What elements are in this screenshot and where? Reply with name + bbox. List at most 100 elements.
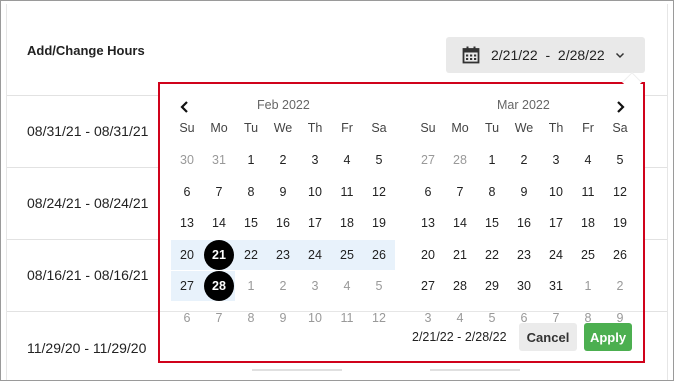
day-cell[interactable]: 18 [331,208,363,238]
day-cell[interactable]: 10 [299,303,331,333]
day-cell[interactable]: 29 [476,271,508,301]
day-cell[interactable]: 27 [412,271,444,301]
day-cell[interactable]: 28 [444,271,476,301]
day-cell[interactable]: 24 [299,239,331,270]
chevron-down-icon [615,52,624,59]
day-cell[interactable]: 15 [476,208,508,238]
day-cell[interactable]: 9 [508,177,540,207]
cancel-button[interactable]: Cancel [519,323,577,351]
day-cell[interactable]: 7 [203,303,235,333]
day-cell[interactable]: 7 [203,177,235,207]
day-cell[interactable]: 9 [267,303,299,333]
day-cell[interactable]: 24 [540,240,572,270]
day-cell[interactable]: 19 [604,208,636,238]
day-cell[interactable]: 13 [412,208,444,238]
day-cell[interactable]: 12 [363,177,395,207]
day-cell[interactable]: 25 [572,240,604,270]
weekday-header: Th [548,121,564,135]
day-cell[interactable]: 4 [572,145,604,175]
day-cell[interactable]: 5 [363,271,395,301]
day-cell[interactable]: 14 [444,208,476,238]
day-cell[interactable]: 1 [476,145,508,175]
day-cell[interactable]: 22 [476,240,508,270]
day-cell[interactable]: 4 [444,303,476,333]
weekday-header: Tu [243,121,259,135]
day-cell[interactable]: 11 [331,177,363,207]
footer-divider [160,311,643,312]
day-cell[interactable]: 30 [508,271,540,301]
day-cell[interactable]: 4 [331,145,363,175]
calendar-icon [462,46,480,64]
day-cell[interactable]: 3 [299,145,331,175]
day-cell[interactable]: 1 [235,145,267,175]
day-cell[interactable]: 5 [363,145,395,175]
page-title: Add/Change Hours [27,43,145,58]
day-cell[interactable]: 9 [267,177,299,207]
day-cell[interactable]: 22 [235,239,267,270]
day-cell[interactable]: 4 [331,271,363,301]
prev-month-icon[interactable] [178,100,192,114]
day-cell[interactable]: 5 [476,303,508,333]
day-cell[interactable]: 25 [331,239,363,270]
day-cell[interactable]: 20 [171,239,203,270]
day-cell[interactable]: 27 [171,271,203,301]
day-cell[interactable]: 21 [203,239,235,270]
day-cell[interactable]: 17 [540,208,572,238]
day-cell[interactable]: 11 [572,177,604,207]
day-cell[interactable]: 8 [235,303,267,333]
day-cell[interactable]: 21 [444,240,476,270]
day-cell[interactable]: 28 [444,145,476,175]
day-cell[interactable]: 2 [267,145,299,175]
date-range-button[interactable]: 2/21/22 - 2/28/22 [446,37,645,73]
day-cell[interactable]: 7 [444,177,476,207]
hours-row-date[interactable]: 08/24/21 - 08/24/21 [27,195,148,211]
day-cell[interactable]: 2 [604,271,636,301]
day-cell[interactable]: 3 [299,271,331,301]
day-cell[interactable]: 16 [508,208,540,238]
day-cell[interactable]: 19 [363,208,395,238]
day-cell[interactable]: 5 [604,145,636,175]
weekday-header: Fr [341,121,353,135]
next-month-icon[interactable] [613,100,627,114]
day-cell[interactable]: 12 [363,303,395,333]
day-cell[interactable]: 2 [267,271,299,301]
hours-row-date[interactable]: 11/29/20 - 11/29/20 [27,340,146,356]
day-cell[interactable]: 8 [235,177,267,207]
hours-row-date[interactable]: 08/31/21 - 08/31/21 [27,123,148,139]
day-cell[interactable]: 30 [171,145,203,175]
weekday-header: Su [420,121,436,135]
day-cell[interactable]: 2 [508,145,540,175]
apply-button[interactable]: Apply [584,323,632,351]
day-cell[interactable]: 6 [171,177,203,207]
day-cell[interactable]: 27 [412,145,444,175]
day-cell[interactable]: 11 [331,303,363,333]
row-field-stub [430,369,520,371]
hours-row-date[interactable]: 08/16/21 - 08/16/21 [27,267,148,283]
day-cell[interactable]: 23 [508,240,540,270]
day-cell[interactable]: 20 [412,240,444,270]
day-cell[interactable]: 18 [572,208,604,238]
day-cell[interactable]: 12 [604,177,636,207]
day-cell[interactable]: 31 [540,271,572,301]
day-cell[interactable]: 26 [363,239,395,270]
day-cell[interactable]: 31 [203,145,235,175]
selected-range-text: 2/21/22 - 2/28/22 [412,330,507,344]
day-cell[interactable]: 10 [540,177,572,207]
day-cell[interactable]: 1 [235,271,267,301]
day-cell[interactable]: 3 [412,303,444,333]
day-cell[interactable]: 26 [604,240,636,270]
day-cell[interactable]: 13 [171,208,203,238]
day-cell[interactable]: 16 [267,208,299,238]
day-cell[interactable]: 14 [203,208,235,238]
day-cell[interactable]: 15 [235,208,267,238]
day-cell[interactable]: 28 [203,271,235,301]
day-cell[interactable]: 8 [476,177,508,207]
weekday-header: Sa [371,121,387,135]
day-cell[interactable]: 17 [299,208,331,238]
day-cell[interactable]: 23 [267,239,299,270]
day-cell[interactable]: 6 [412,177,444,207]
day-cell[interactable]: 1 [572,271,604,301]
day-cell[interactable]: 6 [171,303,203,333]
day-cell[interactable]: 3 [540,145,572,175]
day-cell[interactable]: 10 [299,177,331,207]
